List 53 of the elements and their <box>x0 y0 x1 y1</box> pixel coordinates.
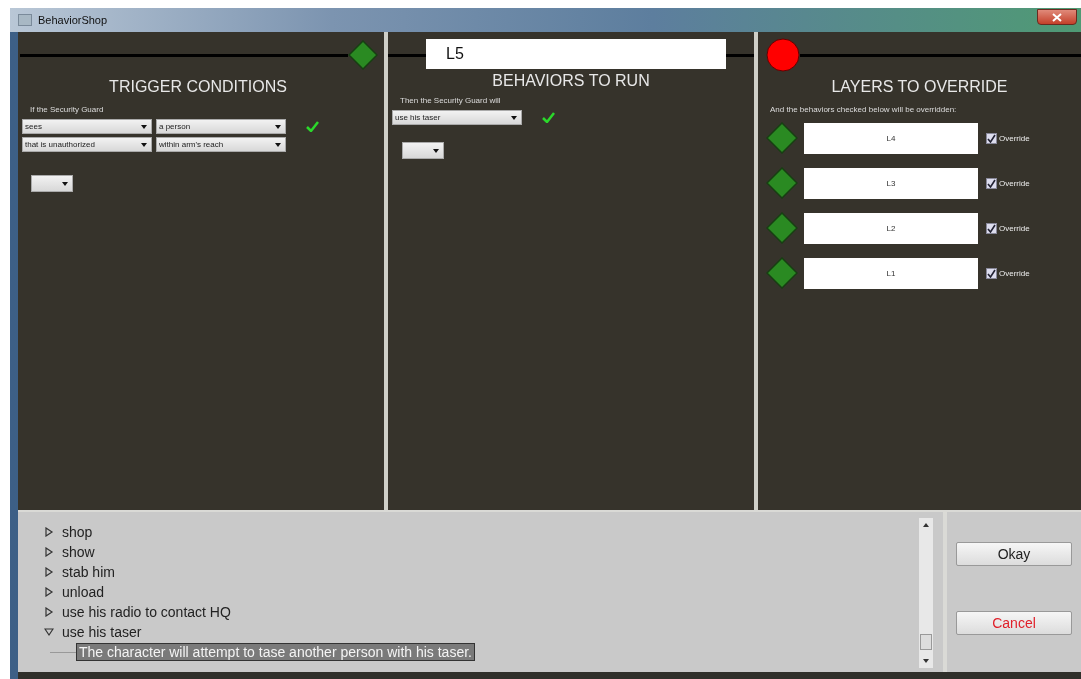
section-intro: Then the Security Guard will <box>400 96 502 105</box>
close-icon <box>1052 12 1062 22</box>
layer-name-field[interactable]: L1 <box>804 257 978 289</box>
tree-item[interactable]: The character will attempt to tase another person with his taser. <box>76 643 475 661</box>
diamond-icon <box>766 122 798 154</box>
override-checkbox[interactable] <box>986 222 997 234</box>
action-dropdown[interactable]: use his taser <box>392 110 522 125</box>
checkbox-label: Override <box>999 223 1030 233</box>
layer-name-field[interactable]: L2 <box>804 212 978 244</box>
section-intro: If the Security Guard <box>30 105 105 114</box>
layer-name-field[interactable]: L3 <box>804 167 978 199</box>
cancel-button[interactable]: Cancel <box>956 611 1072 635</box>
tree-item[interactable]: use his radio to contact HQ <box>62 604 231 620</box>
collapsed-icon[interactable] <box>44 607 54 617</box>
window-title: BehaviorShop <box>38 14 108 26</box>
collapsed-icon[interactable] <box>44 527 54 537</box>
section-heading: BEHAVIORS TO RUN <box>491 72 651 90</box>
expanded-icon[interactable] <box>44 627 54 637</box>
diamond-icon <box>766 257 798 289</box>
subject-dropdown[interactable]: that is unauthorized <box>22 137 152 152</box>
subject-dropdown[interactable]: sees <box>22 119 152 134</box>
checkbox-label: Override <box>999 133 1030 143</box>
scrollbar[interactable] <box>919 518 933 668</box>
layer-name-field[interactable]: L4 <box>804 122 978 154</box>
checkbox-label: Override <box>999 178 1030 188</box>
tree-item[interactable]: use his taser <box>62 624 142 640</box>
scroll-down-icon[interactable] <box>922 658 930 664</box>
tree-item[interactable]: show <box>62 544 95 560</box>
override-checkbox[interactable] <box>986 177 997 189</box>
circle-icon <box>766 38 800 72</box>
diamond-icon <box>348 40 378 70</box>
override-checkbox[interactable] <box>986 267 997 279</box>
section-heading: TRIGGER CONDITIONS <box>108 78 288 96</box>
diamond-icon <box>766 167 798 199</box>
checkbox-label: Override <box>999 268 1030 278</box>
override-checkbox[interactable] <box>986 132 997 144</box>
section-heading: LAYERS TO OVERRIDE <box>830 78 1009 96</box>
okay-button[interactable]: Okay <box>956 542 1072 566</box>
diamond-icon <box>766 212 798 244</box>
app-icon <box>18 14 32 26</box>
collapsed-icon[interactable] <box>44 547 54 557</box>
tree-item[interactable]: stab him <box>62 564 115 580</box>
object-dropdown[interactable]: a person <box>156 119 286 134</box>
tree-item[interactable]: unload <box>62 584 105 600</box>
tree-item[interactable]: shop <box>62 524 93 540</box>
scroll-thumb[interactable] <box>920 634 932 650</box>
close-button[interactable] <box>1037 9 1077 25</box>
scroll-up-icon[interactable] <box>922 522 930 528</box>
section-intro: And the behaviors checked below will be overridden: <box>770 105 958 114</box>
object-dropdown[interactable]: within arm's reach <box>156 137 286 152</box>
layer-name-field[interactable]: L5 <box>426 39 726 69</box>
collapsed-icon[interactable] <box>44 567 54 577</box>
collapsed-icon[interactable] <box>44 587 54 597</box>
